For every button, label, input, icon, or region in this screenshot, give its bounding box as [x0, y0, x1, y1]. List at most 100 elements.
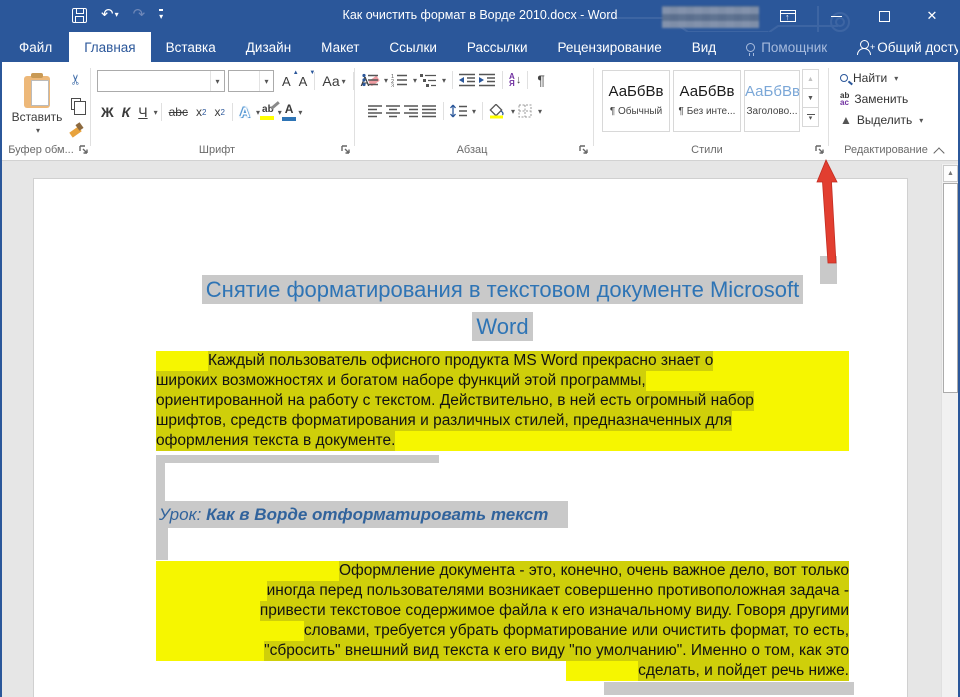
save-icon[interactable]	[72, 8, 87, 23]
heading-line-1[interactable]: Снятие форматирования в текстовом докуме…	[202, 275, 803, 304]
paste-caret-icon[interactable]: ▾	[36, 126, 40, 135]
superscript-button[interactable]: x2	[210, 105, 228, 119]
subscript-button[interactable]: x2	[192, 105, 210, 119]
borders-button[interactable]	[518, 104, 533, 118]
text-line[interactable]: Оформление документа - это, конечно, оче…	[156, 561, 849, 581]
scissors-icon: ✂	[67, 73, 84, 85]
first-line-indent	[156, 351, 208, 371]
show-marks-button[interactable]: ¶	[534, 72, 548, 88]
text-line[interactable]: ориентированной на работу с текстом. Дей…	[156, 391, 849, 411]
copy-button[interactable]	[66, 95, 86, 113]
font-color-caret-icon[interactable]: ▾	[298, 108, 302, 117]
paragraph-1[interactable]: Каждый пользователь офисного продукта MS…	[156, 351, 849, 451]
font-color-button[interactable]: А	[282, 102, 297, 122]
underline-button[interactable]: Ч	[134, 104, 151, 120]
heading-line-2[interactable]: Word	[472, 312, 532, 341]
paste-button[interactable]: Вставить ▾	[10, 68, 64, 142]
tab-layout[interactable]: Макет	[306, 32, 374, 62]
text-line[interactable]: словами, требуется убрать форматирование…	[156, 621, 849, 641]
align-left-button[interactable]	[368, 105, 383, 118]
font-name-combobox[interactable]: ▾	[97, 70, 225, 92]
cut-button[interactable]: ✂	[66, 70, 86, 88]
text-line[interactable]: иногда перед пользователями возникает со…	[156, 581, 849, 601]
paragraph-dialog-launcher[interactable]	[578, 144, 590, 156]
customize-qat-icon[interactable]: ▾	[159, 9, 163, 21]
font-size-combobox[interactable]: ▾	[228, 70, 274, 92]
text-line[interactable]: Каждый пользователь офисного продукта MS…	[156, 351, 849, 371]
tab-tell-me[interactable]: Помощник	[731, 32, 842, 62]
selection-mark	[156, 528, 168, 560]
strikethrough-button[interactable]: abc	[165, 105, 192, 119]
styles-dialog-launcher[interactable]	[814, 144, 826, 156]
format-painter-button[interactable]	[66, 120, 86, 138]
select-caret-icon[interactable]: ▾	[919, 116, 923, 125]
bullet-list-button[interactable]	[362, 73, 379, 87]
scrollbar-thumb[interactable]	[943, 183, 958, 393]
tab-references[interactable]: Ссылки	[374, 32, 452, 62]
clipboard-dialog-launcher[interactable]	[78, 144, 90, 156]
lesson-line[interactable]: Урок: Как в Ворде отформатировать текст	[156, 501, 568, 528]
styles-scroll-up-icon[interactable]: ▲	[802, 69, 819, 89]
tab-review[interactable]: Рецензирование	[543, 32, 677, 62]
lesson-link[interactable]: Как в Ворде отформатировать текст	[206, 505, 548, 524]
shading-button[interactable]	[489, 104, 506, 119]
clipboard-group-label: Буфер обм...	[4, 144, 78, 156]
undo-button[interactable]: ↶▾	[101, 4, 119, 26]
style-heading-1[interactable]: АаБбВв Заголово...	[744, 70, 800, 132]
undo-caret-icon[interactable]: ▾	[115, 10, 119, 19]
style-no-spacing[interactable]: АаБбВв ¶ Без инте...	[673, 70, 741, 132]
styles-more-icon[interactable]: ▾	[802, 107, 819, 127]
decrease-indent-button[interactable]	[459, 73, 476, 87]
paragraph-2[interactable]: Оформление документа - это, конечно, оче…	[156, 561, 849, 681]
maximize-button[interactable]	[864, 1, 904, 31]
tab-home[interactable]: Главная	[69, 32, 150, 62]
grow-font-button[interactable]: А	[278, 74, 295, 89]
tab-mailings[interactable]: Рассылки	[452, 32, 543, 62]
bold-button[interactable]: Ж	[97, 104, 118, 120]
multilevel-list-button[interactable]	[420, 73, 437, 87]
tab-view[interactable]: Вид	[677, 32, 731, 62]
font-name-caret-icon[interactable]: ▾	[210, 71, 224, 91]
close-button[interactable]: ✕	[912, 1, 952, 31]
text-line[interactable]: привести текстовое содержимое файла к ег…	[156, 601, 849, 621]
find-button[interactable]: Найти▾	[840, 71, 923, 85]
document-heading[interactable]: Снятие форматирования в текстовом докуме…	[156, 271, 849, 345]
tab-design[interactable]: Дизайн	[231, 32, 306, 62]
style-normal[interactable]: АаБбВв ¶ Обычный	[602, 70, 670, 132]
tab-insert[interactable]: Вставка	[151, 32, 231, 62]
justify-button[interactable]	[422, 105, 437, 118]
font-size-caret-icon[interactable]: ▾	[259, 71, 273, 91]
text-line[interactable]: сделать, и пойдет речь ниже.	[156, 661, 849, 681]
replace-button[interactable]: abacЗаменить	[840, 92, 923, 106]
paste-label: Вставить	[12, 110, 63, 124]
text-line[interactable]: оформления текста в документе.	[156, 431, 849, 451]
text-line[interactable]: шрифтов, средств форматирования и различ…	[156, 411, 849, 431]
find-caret-icon[interactable]: ▾	[894, 74, 898, 83]
increase-indent-button[interactable]	[479, 73, 496, 87]
shrink-font-button[interactable]: А	[295, 74, 312, 89]
tab-file[interactable]: Файл	[2, 32, 69, 62]
align-center-button[interactable]	[386, 105, 401, 118]
italic-button[interactable]: К	[118, 104, 135, 120]
collapse-ribbon-icon[interactable]	[935, 147, 944, 153]
text-line[interactable]: широких возможностях и богатом наборе фу…	[156, 371, 849, 391]
styles-scroll-down-icon[interactable]: ▼	[802, 88, 819, 108]
document-page[interactable]: Снятие форматирования в текстовом докуме…	[33, 178, 908, 697]
numbered-list-button[interactable]: 123	[391, 73, 408, 87]
align-right-button[interactable]	[404, 105, 419, 118]
sort-button[interactable]: АЯ ↓	[509, 73, 521, 87]
line-spacing-button[interactable]	[450, 104, 467, 118]
text-effects-button[interactable]: А	[236, 104, 254, 120]
minimize-button[interactable]	[816, 1, 856, 31]
scroll-up-icon[interactable]: ▲	[943, 165, 958, 182]
group-separator	[593, 68, 594, 146]
share-button[interactable]: +Общий доступ	[842, 32, 960, 62]
ribbon-display-options-button[interactable]	[768, 1, 808, 31]
select-button[interactable]: ▲Выделить▾	[840, 113, 923, 127]
font-dialog-launcher[interactable]	[340, 144, 352, 156]
change-case-button[interactable]: Аа▾	[318, 73, 349, 89]
underline-caret-icon[interactable]: ▾	[154, 108, 158, 117]
text-line[interactable]: "сбросить" внешний вид текста к его виду…	[156, 641, 849, 661]
vertical-scrollbar[interactable]: ▲	[941, 164, 958, 697]
text-highlight-button[interactable]: ab	[260, 104, 276, 121]
